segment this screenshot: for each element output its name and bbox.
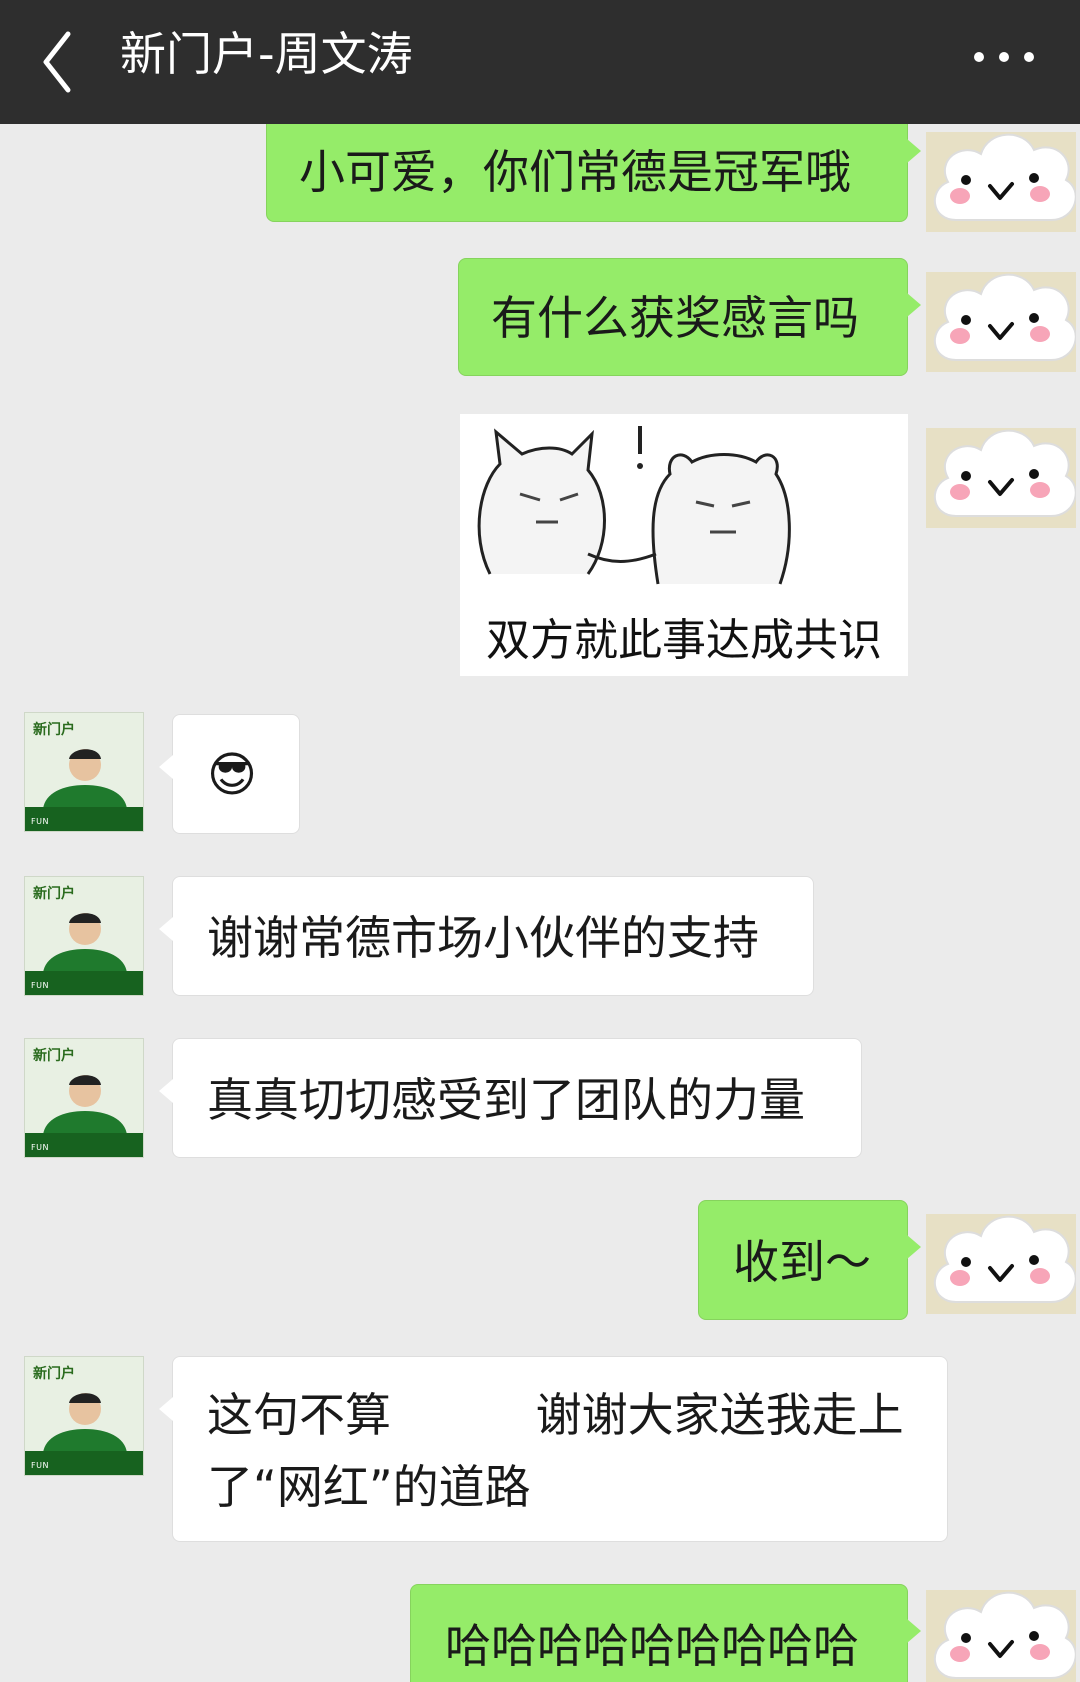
chat-header: 新门户-周文涛 xyxy=(0,0,1080,124)
message-bubble[interactable]: 谢谢常德市场小伙伴的支持 xyxy=(159,876,814,996)
message-text: 真真切切感受到了团队的力量 xyxy=(207,1073,805,1127)
chevron-left-icon xyxy=(43,31,71,93)
message-bubble[interactable]: 有什么获奖感言吗 xyxy=(458,258,921,376)
message-line-2: 了“网红”的道路 xyxy=(207,1460,531,1514)
message-text: 收到～ xyxy=(733,1235,871,1289)
message-line-1: 这句不算 谢谢大家送我走上 xyxy=(207,1379,947,1451)
more-dots-icon xyxy=(974,52,984,62)
avatar[interactable] xyxy=(926,416,1076,531)
avatar[interactable]: 新门户 FUN xyxy=(24,1356,144,1476)
message-text: 谢谢常德市场小伙伴的支持 xyxy=(207,911,759,965)
avatar-slogan: FUN xyxy=(31,981,49,990)
message-text: 有什么获奖感言吗 xyxy=(491,291,859,345)
message-bubble[interactable]: 收到～ xyxy=(698,1200,921,1320)
message-text: 哈哈哈哈哈哈哈哈哈 xyxy=(445,1619,859,1673)
avatar[interactable]: 新门户 FUN xyxy=(24,1038,144,1158)
back-button[interactable] xyxy=(34,22,94,102)
message-text: 小可爱，你们常德是冠军哦 xyxy=(299,145,851,199)
cat-bear-handshake-illustration xyxy=(477,426,791,585)
message-bubble[interactable]: 真真切切感受到了团队的力量 xyxy=(159,1038,862,1158)
avatar[interactable]: 新门户 FUN xyxy=(24,876,144,996)
avatar-slogan: FUN xyxy=(31,1461,49,1470)
meme-image[interactable]: 双方就此事达成共识 xyxy=(460,414,908,676)
avatar-slogan: FUN xyxy=(31,817,49,826)
message-bubble[interactable]: 这句不算 谢谢大家送我走上 了“网红”的道路 xyxy=(159,1356,948,1542)
avatar[interactable]: 新门户 FUN xyxy=(24,712,144,832)
message-bubble[interactable]: 小可爱，你们常德是冠军哦 xyxy=(266,124,921,222)
message-bubble[interactable]: 哈哈哈哈哈哈哈哈哈 xyxy=(410,1584,921,1682)
avatar[interactable] xyxy=(926,260,1076,375)
more-options-button[interactable] xyxy=(970,40,1040,70)
message-text: 这句不算 xyxy=(207,1388,391,1442)
message-outgoing: 小可爱，你们常德是冠军哦 xyxy=(0,124,1080,234)
chat-message-list[interactable]: 小可爱，你们常德是冠军哦 有什么获奖感言吗 双方就此事达成共识 新门户 FUN … xyxy=(0,124,1080,1682)
avatar-slogan: FUN xyxy=(31,1143,49,1152)
avatar[interactable] xyxy=(926,1202,1076,1317)
message-bubble[interactable]: 😎 xyxy=(159,714,300,834)
sunglasses-emoji: 😎 xyxy=(207,747,258,803)
avatar[interactable] xyxy=(926,124,1076,235)
chat-title: 新门户-周文涛 xyxy=(120,27,413,81)
avatar[interactable] xyxy=(926,1578,1076,1682)
message-text: 谢谢大家送我走上 xyxy=(535,1388,904,1442)
message-outgoing: 有什么获奖感言吗 xyxy=(0,258,1080,378)
meme-caption: 双方就此事达成共识 xyxy=(486,615,882,666)
